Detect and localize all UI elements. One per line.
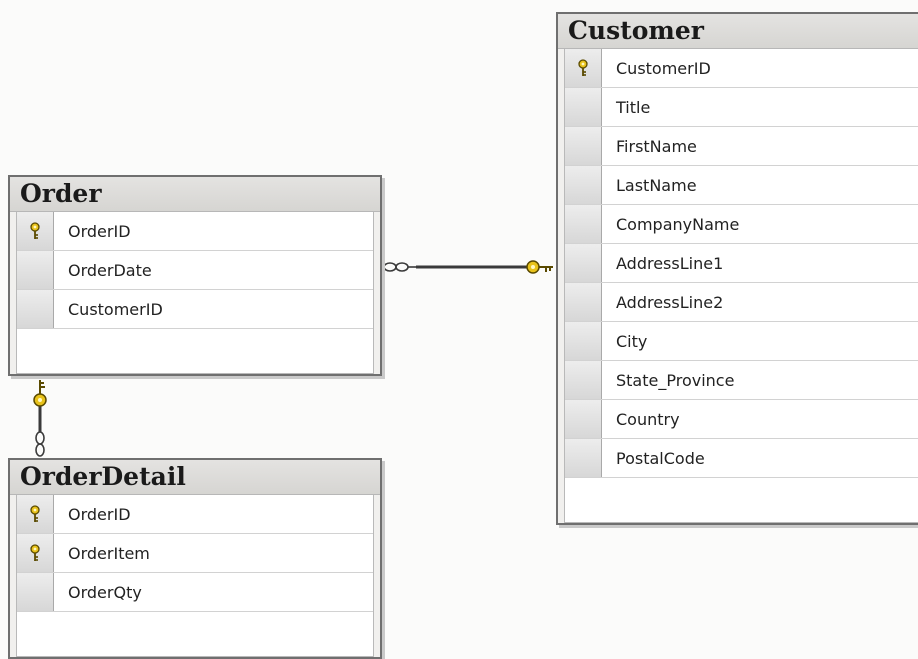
column-row[interactable]: OrderDate xyxy=(17,251,373,290)
row-selector[interactable] xyxy=(17,212,54,250)
column-list: OrderID OrderDate CustomerID xyxy=(16,212,374,374)
column-row[interactable]: City xyxy=(565,322,918,361)
column-name: OrderDate xyxy=(68,260,152,280)
row-selector[interactable] xyxy=(17,534,54,572)
row-selector[interactable] xyxy=(565,49,602,87)
column-row[interactable]: CompanyName xyxy=(565,205,918,244)
orderdetail-table[interactable]: OrderDetail OrderID OrderItem OrderQty xyxy=(8,458,382,659)
column-row[interactable]: OrderID xyxy=(17,495,373,534)
diagram-canvas: Order OrderID OrderDate CustomerID OrderDe… xyxy=(0,0,918,659)
order-table[interactable]: Order OrderID OrderDate CustomerID xyxy=(8,175,382,376)
column-row[interactable]: Title xyxy=(565,88,918,127)
primary-key-icon xyxy=(28,505,42,523)
one-key-icon xyxy=(33,380,47,407)
column-row[interactable]: CustomerID xyxy=(17,290,373,329)
order-customer-relationship[interactable] xyxy=(383,260,553,274)
row-selector[interactable] xyxy=(565,166,602,204)
many-infinity-icon xyxy=(35,431,45,457)
column-row[interactable]: State_Province xyxy=(565,361,918,400)
customer-table[interactable]: Customer CustomerID Title FirstName LastNam… xyxy=(556,12,918,525)
row-selector[interactable] xyxy=(565,322,602,360)
column-name: OrderQty xyxy=(68,582,142,602)
column-row[interactable]: AddressLine1 xyxy=(565,244,918,283)
table-title: OrderDetail xyxy=(10,460,380,495)
row-selector[interactable] xyxy=(17,573,54,611)
row-selector[interactable] xyxy=(565,283,602,321)
column-list: CustomerID Title FirstName LastName CompanyN… xyxy=(564,49,918,523)
column-name: CustomerID xyxy=(68,299,163,319)
column-row[interactable]: LastName xyxy=(565,166,918,205)
column-row[interactable]: AddressLine2 xyxy=(565,283,918,322)
column-row[interactable]: Country xyxy=(565,400,918,439)
many-infinity-icon xyxy=(383,262,416,272)
column-row[interactable]: FirstName xyxy=(565,127,918,166)
empty-row xyxy=(17,329,373,373)
column-row[interactable]: CustomerID xyxy=(565,49,918,88)
column-row[interactable]: OrderItem xyxy=(17,534,373,573)
empty-row xyxy=(17,612,373,656)
row-selector[interactable] xyxy=(565,361,602,399)
column-name: AddressLine1 xyxy=(616,253,724,273)
table-title: Order xyxy=(10,177,380,212)
column-name: AddressLine2 xyxy=(616,292,724,312)
column-name: OrderID xyxy=(68,504,131,524)
column-name: PostalCode xyxy=(616,448,705,468)
order-orderdetail-relationship[interactable] xyxy=(33,380,47,457)
column-row[interactable]: OrderID xyxy=(17,212,373,251)
column-name: State_Province xyxy=(616,370,735,390)
column-name: Country xyxy=(616,409,680,429)
row-selector[interactable] xyxy=(17,290,54,328)
column-list: OrderID OrderItem OrderQty xyxy=(16,495,374,657)
row-selector[interactable] xyxy=(565,439,602,477)
column-name: FirstName xyxy=(616,136,697,156)
column-name: LastName xyxy=(616,175,697,195)
column-name: Title xyxy=(616,97,651,117)
column-name: OrderID xyxy=(68,221,131,241)
row-selector[interactable] xyxy=(17,251,54,289)
column-name: CustomerID xyxy=(616,58,711,78)
row-selector[interactable] xyxy=(565,88,602,126)
column-row[interactable]: OrderQty xyxy=(17,573,373,612)
table-title: Customer xyxy=(558,14,918,49)
row-selector[interactable] xyxy=(565,127,602,165)
row-selector[interactable] xyxy=(17,495,54,533)
column-name: OrderItem xyxy=(68,543,150,563)
column-name: City xyxy=(616,331,648,351)
primary-key-icon xyxy=(28,222,42,240)
column-row[interactable]: PostalCode xyxy=(565,439,918,478)
empty-row xyxy=(565,478,918,522)
row-selector[interactable] xyxy=(565,400,602,438)
row-selector[interactable] xyxy=(565,205,602,243)
primary-key-icon xyxy=(576,59,590,77)
column-name: CompanyName xyxy=(616,214,740,234)
one-key-icon xyxy=(526,260,553,274)
row-selector[interactable] xyxy=(565,244,602,282)
primary-key-icon xyxy=(28,544,42,562)
